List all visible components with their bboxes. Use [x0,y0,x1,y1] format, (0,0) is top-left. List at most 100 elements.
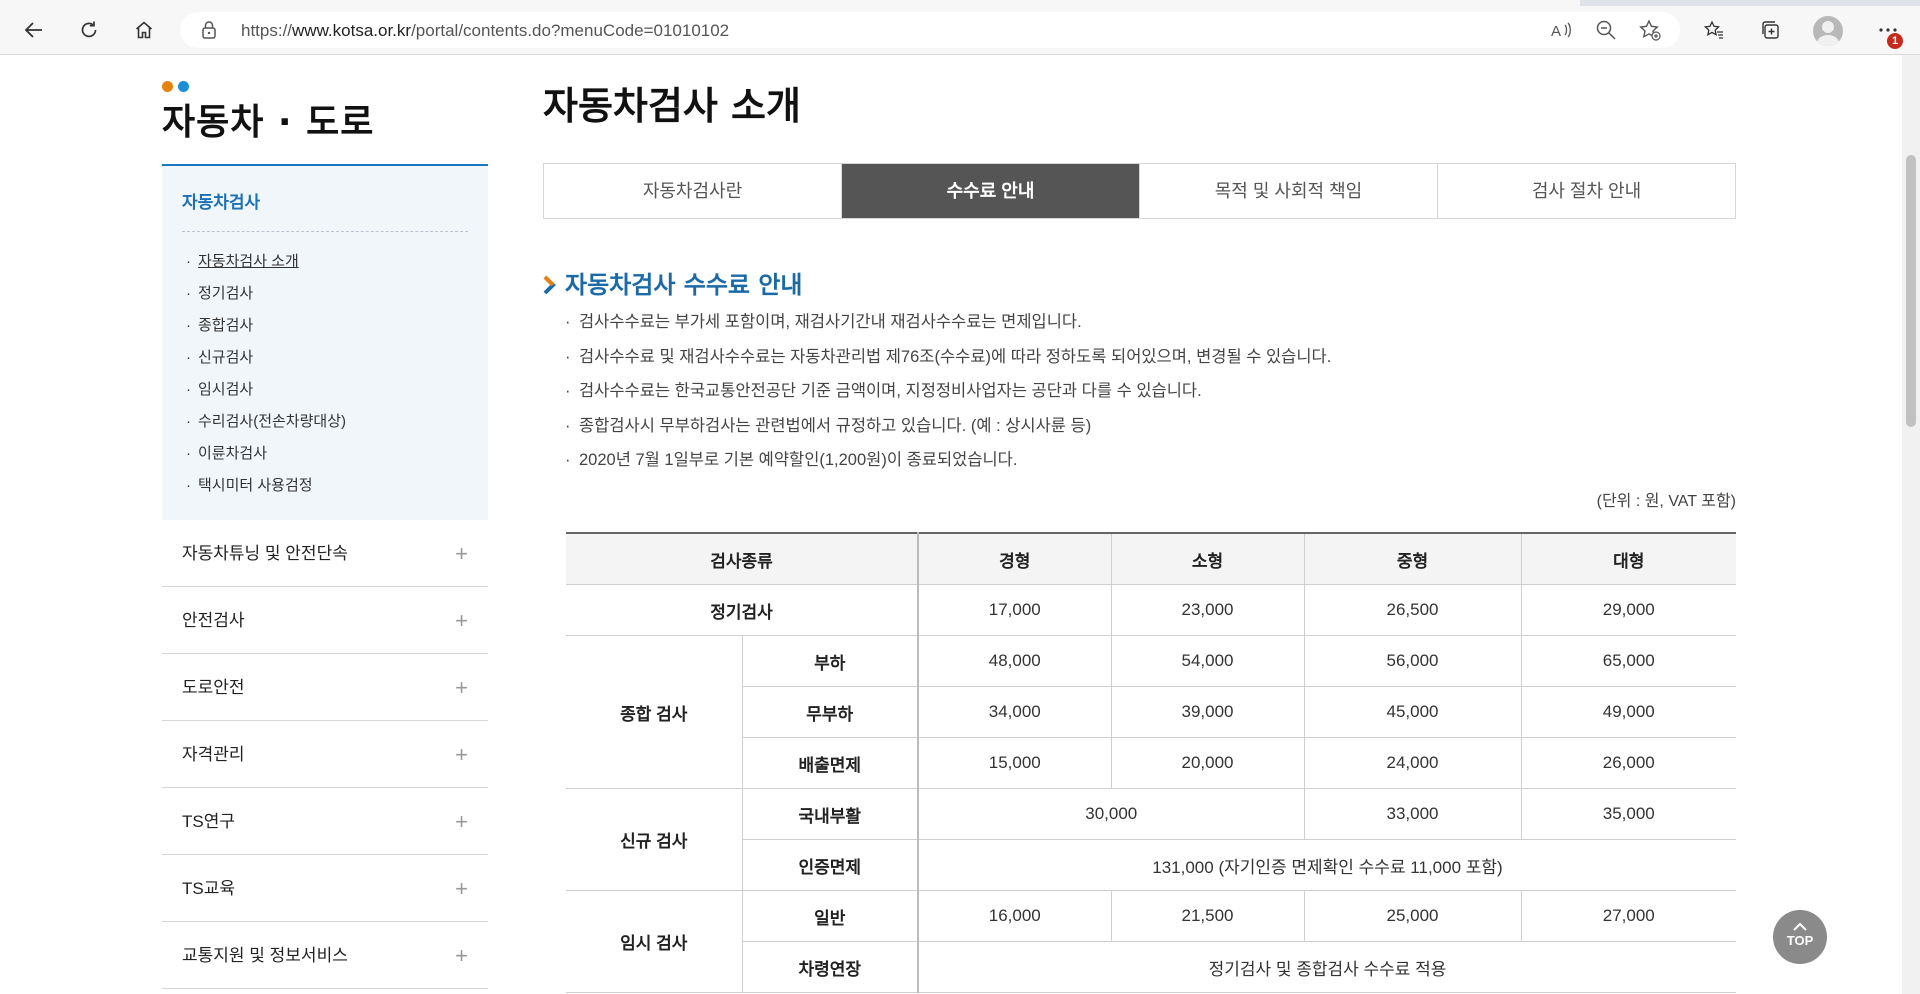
table-cell: 35,000 [1520,788,1736,840]
tab-inspection-intro[interactable]: 자동차검사란 [544,164,842,218]
expand-plus-icon[interactable]: + [455,587,468,654]
sidebar-item-label: 도로안전 [182,678,245,697]
expand-plus-icon[interactable]: + [455,654,468,721]
sidebar-active-heading[interactable]: 자동차검사 [182,188,468,232]
table-header-row: 검사종류 경형 소형 중형 대형 [566,532,1736,585]
sidebar-item-traffic-support[interactable]: 교통지원 및 정보서비스 + [162,922,488,989]
collections-button[interactable] [1752,14,1788,46]
table-cell: 48,000 [917,635,1112,687]
table-row: 무부하 34,000 39,000 45,000 49,000 [566,686,1736,738]
scroll-top-button[interactable]: TOP [1773,910,1827,964]
tab-fee-guide[interactable]: 수수료 안내 [842,164,1140,218]
row-label: 배출면제 [742,737,919,789]
sidebar-active-group: 자동차검사 · 자동차검사 소개 · 정기검사 · 종합검사 · 신규검사 · 임시검사 … [162,164,488,520]
sidebar-item-ts-education[interactable]: TS교육 + [162,855,488,922]
back-button[interactable] [16,14,52,46]
section-heading-text: 자동차검사 수수료 안내 [565,271,803,299]
content-tabs: 자동차검사란 수수료 안내 목적 및 사회적 책임 검사 절차 안내 [543,163,1736,219]
header-compact: 경형 [917,532,1112,585]
sidebar-item-label: TS교육 [182,879,236,898]
table-cell: 49,000 [1520,686,1736,738]
sidebar-sub-list: · 자동차검사 소개 · 정기검사 · 종합검사 · 신규검사 · 임시검사 · 수리검사(… [182,246,468,502]
sidebar-sub-item[interactable]: · 임시검사 [182,374,468,406]
notification-badge: 1 [1887,33,1903,49]
sidebar-sub-item[interactable]: · 이륜차검사 [182,438,468,470]
tab-purpose-responsibility[interactable]: 목적 및 사회적 책임 [1140,164,1438,218]
row-label: 무부하 [742,686,919,738]
sidebar-item-tuning[interactable]: 자동차튜닝 및 안전단속 + [162,520,488,587]
expand-plus-icon[interactable]: + [455,788,468,855]
zoom-out-icon[interactable] [1595,19,1617,41]
table-cell: 25,000 [1303,890,1522,942]
chevron-up-icon [1793,922,1807,931]
table-row: 배출면제 15,000 20,000 24,000 26,000 [566,737,1736,789]
note-item: · 종합검사시 무부하검사는 관련법에서 규정하고 있습니다. (예 : 상시사륜… [565,416,1092,435]
header-inspection-type: 검사종류 [566,532,919,585]
svg-text:A: A [1551,23,1561,40]
table-cell: 21,500 [1110,890,1305,942]
profile-avatar[interactable] [1813,16,1843,46]
sidebar-nav: 자동차검사 · 자동차검사 소개 · 정기검사 · 종합검사 · 신규검사 · 임시검사 … [162,164,488,989]
expand-plus-icon[interactable]: + [455,721,468,788]
table-cell: 17,000 [917,584,1112,636]
table-row: 차령연장 정기검사 및 종합검사 수수료 적용 [566,941,1736,993]
url-scheme: https:// [241,21,293,40]
row-group-label: 신규 검사 [566,788,743,891]
sidebar-sub-item[interactable]: · 정기검사 [182,278,468,310]
sidebar-item-ts-research[interactable]: TS연구 + [162,788,488,855]
expand-plus-icon[interactable]: + [455,520,468,587]
row-label: 인증면제 [742,839,919,891]
table-cell: 54,000 [1110,635,1305,687]
table-cell: 15,000 [917,737,1112,789]
table-cell: 16,000 [917,890,1112,942]
page-scrollbar[interactable] [1902,55,1920,994]
add-favorite-icon[interactable] [1639,19,1661,41]
sidebar-sub-item[interactable]: · 수리검사(전손차량대상) [182,406,468,438]
sidebar-sub-item[interactable]: · 택시미터 사용검정 [182,470,468,502]
url-path: /portal/contents.do?menuCode=01010102 [411,21,730,40]
collections-icon [1762,21,1779,39]
read-aloud-icon[interactable]: A [1550,19,1572,41]
refresh-button[interactable] [71,14,107,46]
table-cell: 39,000 [1110,686,1305,738]
table-cell: 56,000 [1303,635,1522,687]
favorites-button[interactable] [1696,14,1732,46]
sidebar-item-safety-inspection[interactable]: 안전검사 + [162,587,488,654]
browser-toolbar: https://www.kotsa.or.kr/portal/contents.… [0,6,1920,55]
web-page: 자동차 · 도로 자동차검사 · 자동차검사 소개 · 정기검사 · 종합검사 · 신규… [0,55,1902,994]
table-cell: 29,000 [1520,584,1736,636]
url-host: www.kotsa.or.kr [292,21,412,40]
section-heading: 자동차검사 수수료 안내 [543,265,803,300]
home-icon [135,21,153,39]
back-arrow-icon [24,22,42,38]
lock-icon[interactable] [200,20,218,40]
table-row: 임시 검사 일반 16,000 21,500 25,000 27,000 [566,890,1736,993]
avatar-body [1817,35,1839,46]
home-button[interactable] [126,14,162,46]
sidebar-item-label: 교통지원 및 정보서비스 [182,946,348,965]
row-group-label: 임시 검사 [566,890,743,993]
table-cell: 23,000 [1110,584,1305,636]
row-label: 부하 [741,635,919,687]
url-text[interactable]: https://www.kotsa.or.kr/portal/contents.… [241,21,729,41]
row-label: 정기검사 [566,584,919,636]
favorites-icon [1704,20,1723,39]
scrollbar-thumb[interactable] [1906,155,1916,427]
row-label: 국내부활 [741,788,919,840]
expand-plus-icon[interactable]: + [455,922,468,989]
address-bar[interactable]: https://www.kotsa.or.kr/portal/contents.… [180,12,1680,48]
page-title: 자동차검사 소개 [543,84,801,128]
sidebar-sub-item[interactable]: · 종합검사 [182,310,468,342]
table-row: 종합 검사 부하 48,000 54,000 56,000 65,000 [566,635,1736,789]
fee-table: 검사종류 경형 소형 중형 대형 정기검사 17,000 23,000 26,5… [566,532,1736,993]
sidebar-sub-item[interactable]: · 자동차검사 소개 [182,246,468,278]
sidebar-item-qualification[interactable]: 자격관리 + [162,721,488,788]
tab-procedure-guide[interactable]: 검사 절차 안내 [1438,164,1735,218]
sidebar-sub-item[interactable]: · 신규검사 [182,342,468,374]
row-label: 일반 [741,890,919,942]
sidebar-item-road-safety[interactable]: 도로안전 + [162,654,488,721]
sidebar-item-label: 안전검사 [182,611,245,630]
note-item: · 검사수수료 및 재검사수수료는 자동차관리법 제76조(수수료)에 따라 정하… [565,347,1332,366]
expand-plus-icon[interactable]: + [455,855,468,922]
table-cell: 65,000 [1520,635,1736,687]
